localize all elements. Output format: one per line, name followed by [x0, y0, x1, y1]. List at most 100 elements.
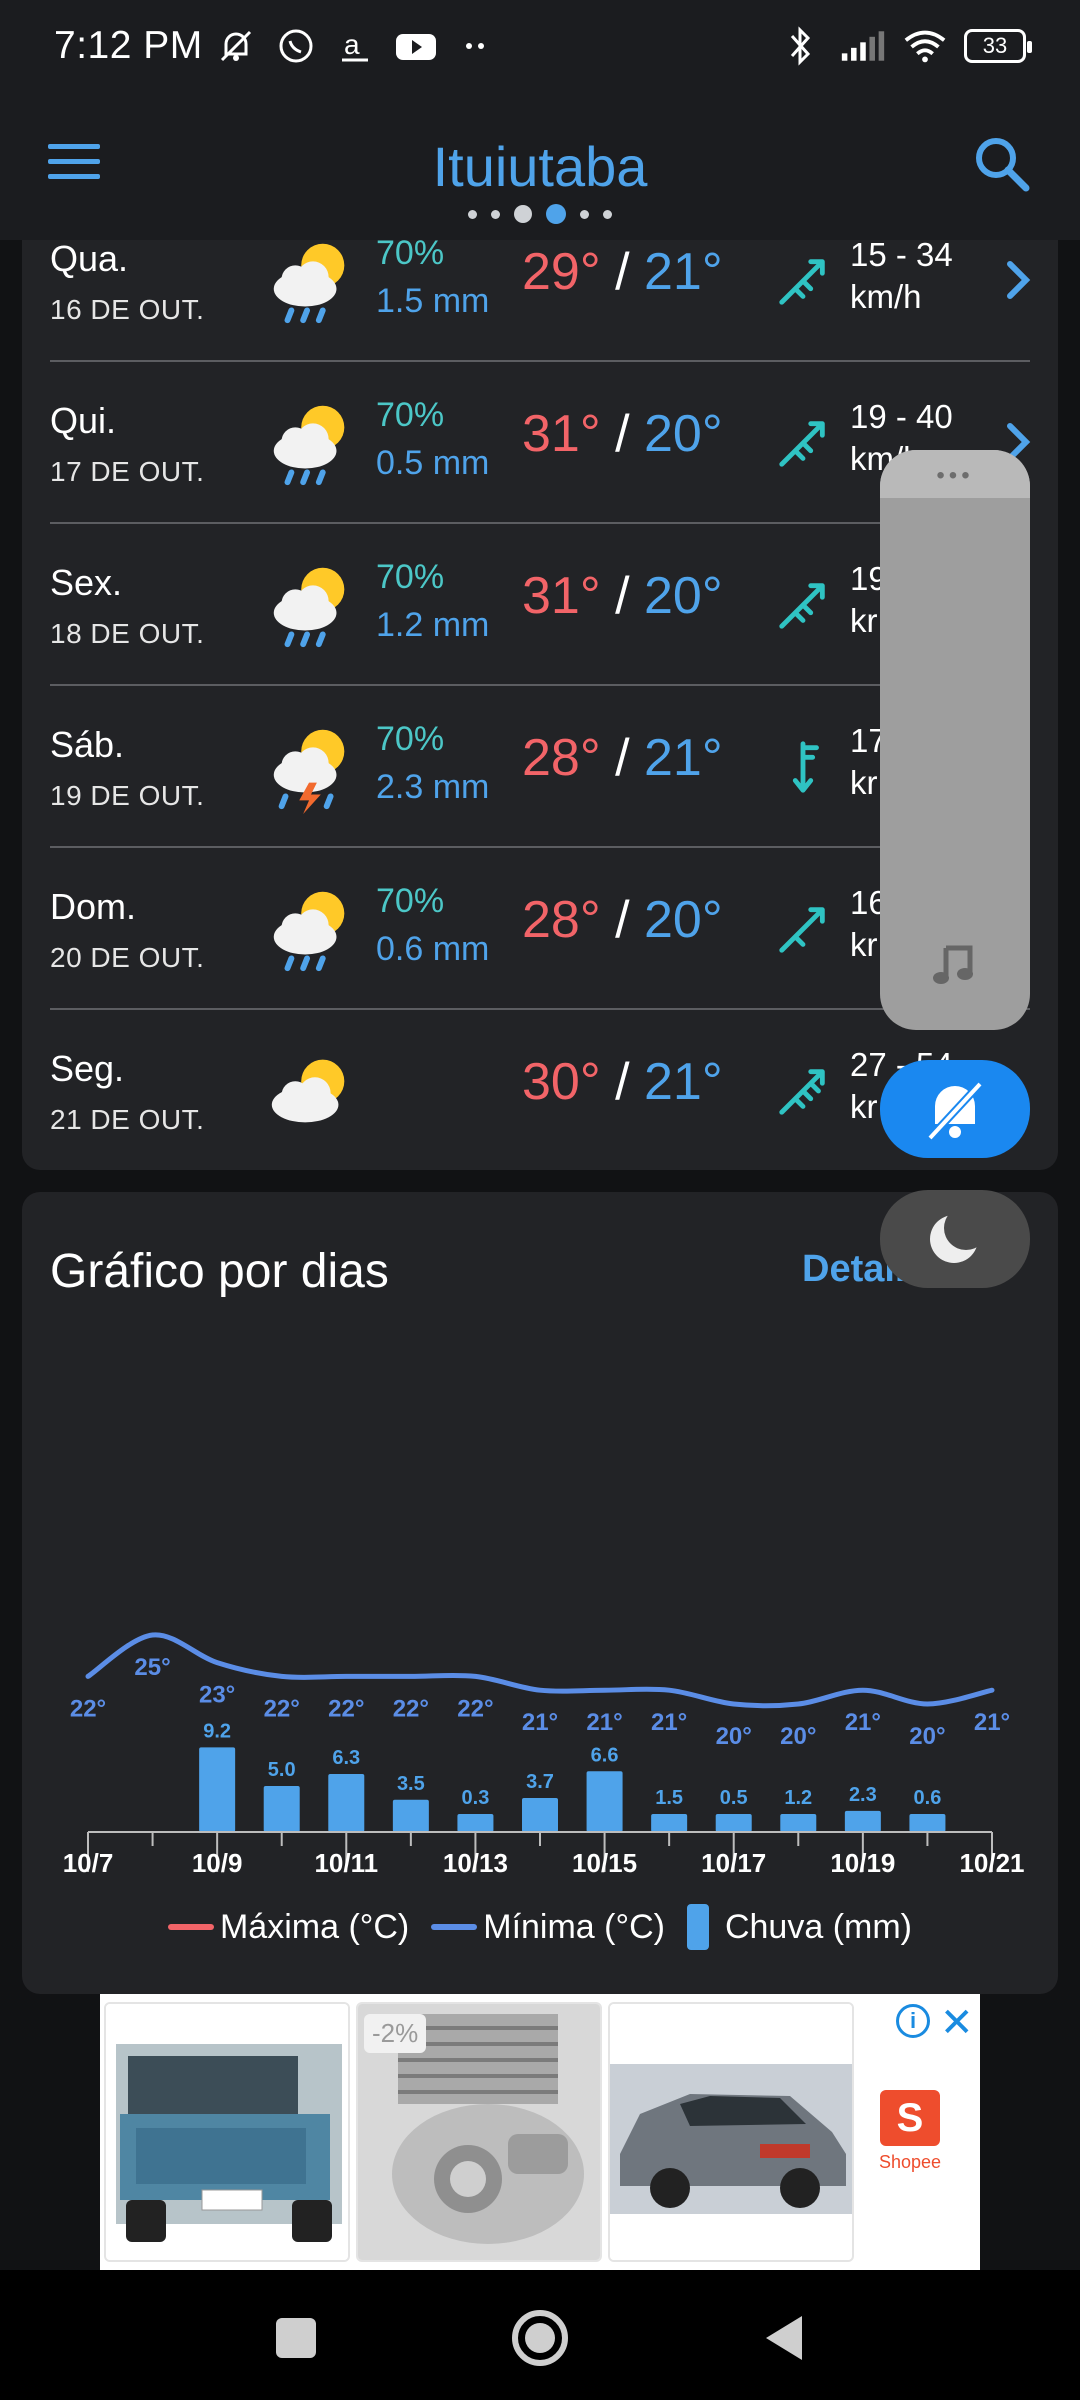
- youtube-icon: [393, 23, 439, 69]
- temperatures: 29° / 21°: [522, 243, 723, 301]
- temp-min: 21°: [643, 1053, 723, 1111]
- ad-info-icon[interactable]: i: [896, 2004, 930, 2038]
- rain-bar-label: 3.7: [526, 1771, 554, 1793]
- rain-probability: 70%: [376, 240, 445, 272]
- shopee-logo[interactable]: S Shopee: [868, 2090, 952, 2210]
- day-name: Dom.: [50, 886, 137, 927]
- city-title[interactable]: Ituiutaba: [0, 134, 1080, 199]
- temp-max: 29°: [522, 243, 601, 301]
- rain-bar-label: 6.3: [332, 1747, 360, 1769]
- x-tick-label: 10/7: [63, 1848, 114, 1878]
- rain-bar-label: 5.0: [268, 1759, 296, 1781]
- battery-level: 33: [982, 33, 1008, 58]
- rain-bar: [651, 1814, 688, 1832]
- day-row[interactable]: Qua. 16 DE OUT. 70% 1.5 mm 29° / 21° 15 …: [22, 240, 1058, 362]
- wind-ne-icon: [779, 421, 825, 467]
- rain-bar: [457, 1814, 494, 1832]
- day-name: Qui.: [50, 400, 117, 441]
- page-dot: [468, 209, 477, 219]
- page-dot: [491, 209, 500, 219]
- more-options-icon[interactable]: •••: [880, 462, 1030, 490]
- min-temp-label: 20°: [780, 1723, 816, 1750]
- temp-max: 31°: [522, 567, 601, 625]
- rain-sun-icon: [273, 567, 345, 648]
- legend-item-rain: Chuva (mm): [686, 1904, 912, 1950]
- volume-panel[interactable]: •••: [880, 450, 1030, 1030]
- page-dot: [603, 209, 612, 219]
- legend-swatch: [431, 1924, 478, 1930]
- rain-bar: [263, 1786, 300, 1832]
- ad-product-truck[interactable]: [104, 2002, 350, 2262]
- rain-bar: [780, 1814, 817, 1832]
- rain-probability: 70%: [376, 558, 445, 596]
- ad-product-car[interactable]: [608, 2002, 854, 2262]
- x-tick-label: 10/19: [830, 1848, 895, 1878]
- weather-app: 7:12 PM a 33 Ituiutaba Qua. 16 DE OUT. 7…: [0, 0, 1080, 2400]
- home-button[interactable]: [508, 2306, 572, 2370]
- whatsapp-icon: [273, 23, 319, 69]
- page-dot-active: [546, 204, 566, 224]
- rain-bar: [199, 1747, 236, 1832]
- app-bar: Ituiutaba: [0, 92, 1080, 240]
- x-tick-label: 10/9: [192, 1848, 243, 1878]
- x-tick-label: 10/13: [443, 1848, 508, 1878]
- signal-icon: [840, 23, 886, 69]
- rain-amount: 1.2 mm: [376, 606, 490, 644]
- mute-icon: [213, 23, 259, 69]
- min-temp-label: 23°: [199, 1682, 235, 1709]
- rain-bar: [328, 1774, 365, 1832]
- legend-label: Mínima (°C): [483, 1907, 665, 1946]
- wind-ne-icon: [779, 259, 825, 305]
- back-button[interactable]: [756, 2308, 816, 2368]
- rain-bar-label: 3.5: [397, 1773, 425, 1795]
- storm-sun-icon: [273, 729, 345, 815]
- temp-min: 20°: [643, 891, 723, 949]
- wind-unit: kr: [850, 602, 878, 639]
- min-temp-label: 20°: [716, 1723, 752, 1750]
- dark-mode-toggle-button[interactable]: [880, 1190, 1030, 1288]
- search-button[interactable]: [970, 132, 1034, 196]
- legend-item-max: Máxima (°C): [167, 1908, 409, 1947]
- ad-close-button[interactable]: ✕: [940, 2000, 974, 2046]
- partly-cloudy-icon: [271, 1059, 345, 1123]
- wind-unit: kr: [850, 926, 878, 963]
- day-date: 21 DE OUT.: [50, 1104, 205, 1135]
- battery-icon: 33: [964, 29, 1032, 63]
- amazon-icon: a: [333, 23, 379, 69]
- rain-amount: 2.3 mm: [376, 768, 490, 806]
- chart-legend: Máxima (°C) Mínima (°C) Chuva (mm): [22, 1904, 1058, 1950]
- rain-amount: 1.5 mm: [376, 282, 490, 320]
- min-temp-label: 21°: [651, 1709, 687, 1736]
- rain-bar: [715, 1814, 752, 1832]
- temp-max: 28°: [522, 729, 601, 787]
- rain-bar-label: 0.5: [720, 1787, 748, 1809]
- min-temp-label: 22°: [393, 1695, 429, 1722]
- x-tick-label: 10/21: [959, 1848, 1024, 1878]
- music-note-icon: [933, 945, 973, 984]
- rain-bar: [909, 1814, 946, 1832]
- wind-unit: kr: [850, 1088, 878, 1125]
- wind-unit: km/h: [850, 278, 922, 315]
- day-date: 20 DE OUT.: [50, 942, 205, 973]
- chevron-right-icon[interactable]: [1002, 258, 1034, 302]
- ad-product-engine[interactable]: -2%: [356, 2002, 602, 2262]
- rain-sun-icon: [273, 243, 345, 324]
- temp-max: 31°: [522, 405, 601, 463]
- mute-toggle-button[interactable]: [880, 1060, 1030, 1158]
- recents-button[interactable]: [266, 2308, 326, 2368]
- status-icons-left: a: [213, 23, 499, 69]
- x-tick-label: 10/17: [701, 1848, 766, 1878]
- min-temp-label: 22°: [457, 1695, 493, 1722]
- bluetooth-icon: [778, 23, 824, 69]
- min-temp-label: 22°: [264, 1695, 300, 1722]
- wind-ne-icon: [779, 907, 825, 953]
- ad-banner[interactable]: -2% S Shopee i ✕: [100, 1994, 980, 2270]
- chart-title: Gráfico por dias: [50, 1245, 389, 1298]
- rain-bar-label: 0.3: [462, 1787, 490, 1809]
- min-temp-label: 22°: [328, 1695, 364, 1722]
- wind-range: 15 - 34: [850, 240, 953, 273]
- rain-bar-label: 1.5: [655, 1787, 683, 1809]
- temp-max: 28°: [522, 891, 601, 949]
- page-dot: [514, 205, 532, 223]
- min-temp-label: 20°: [909, 1723, 945, 1750]
